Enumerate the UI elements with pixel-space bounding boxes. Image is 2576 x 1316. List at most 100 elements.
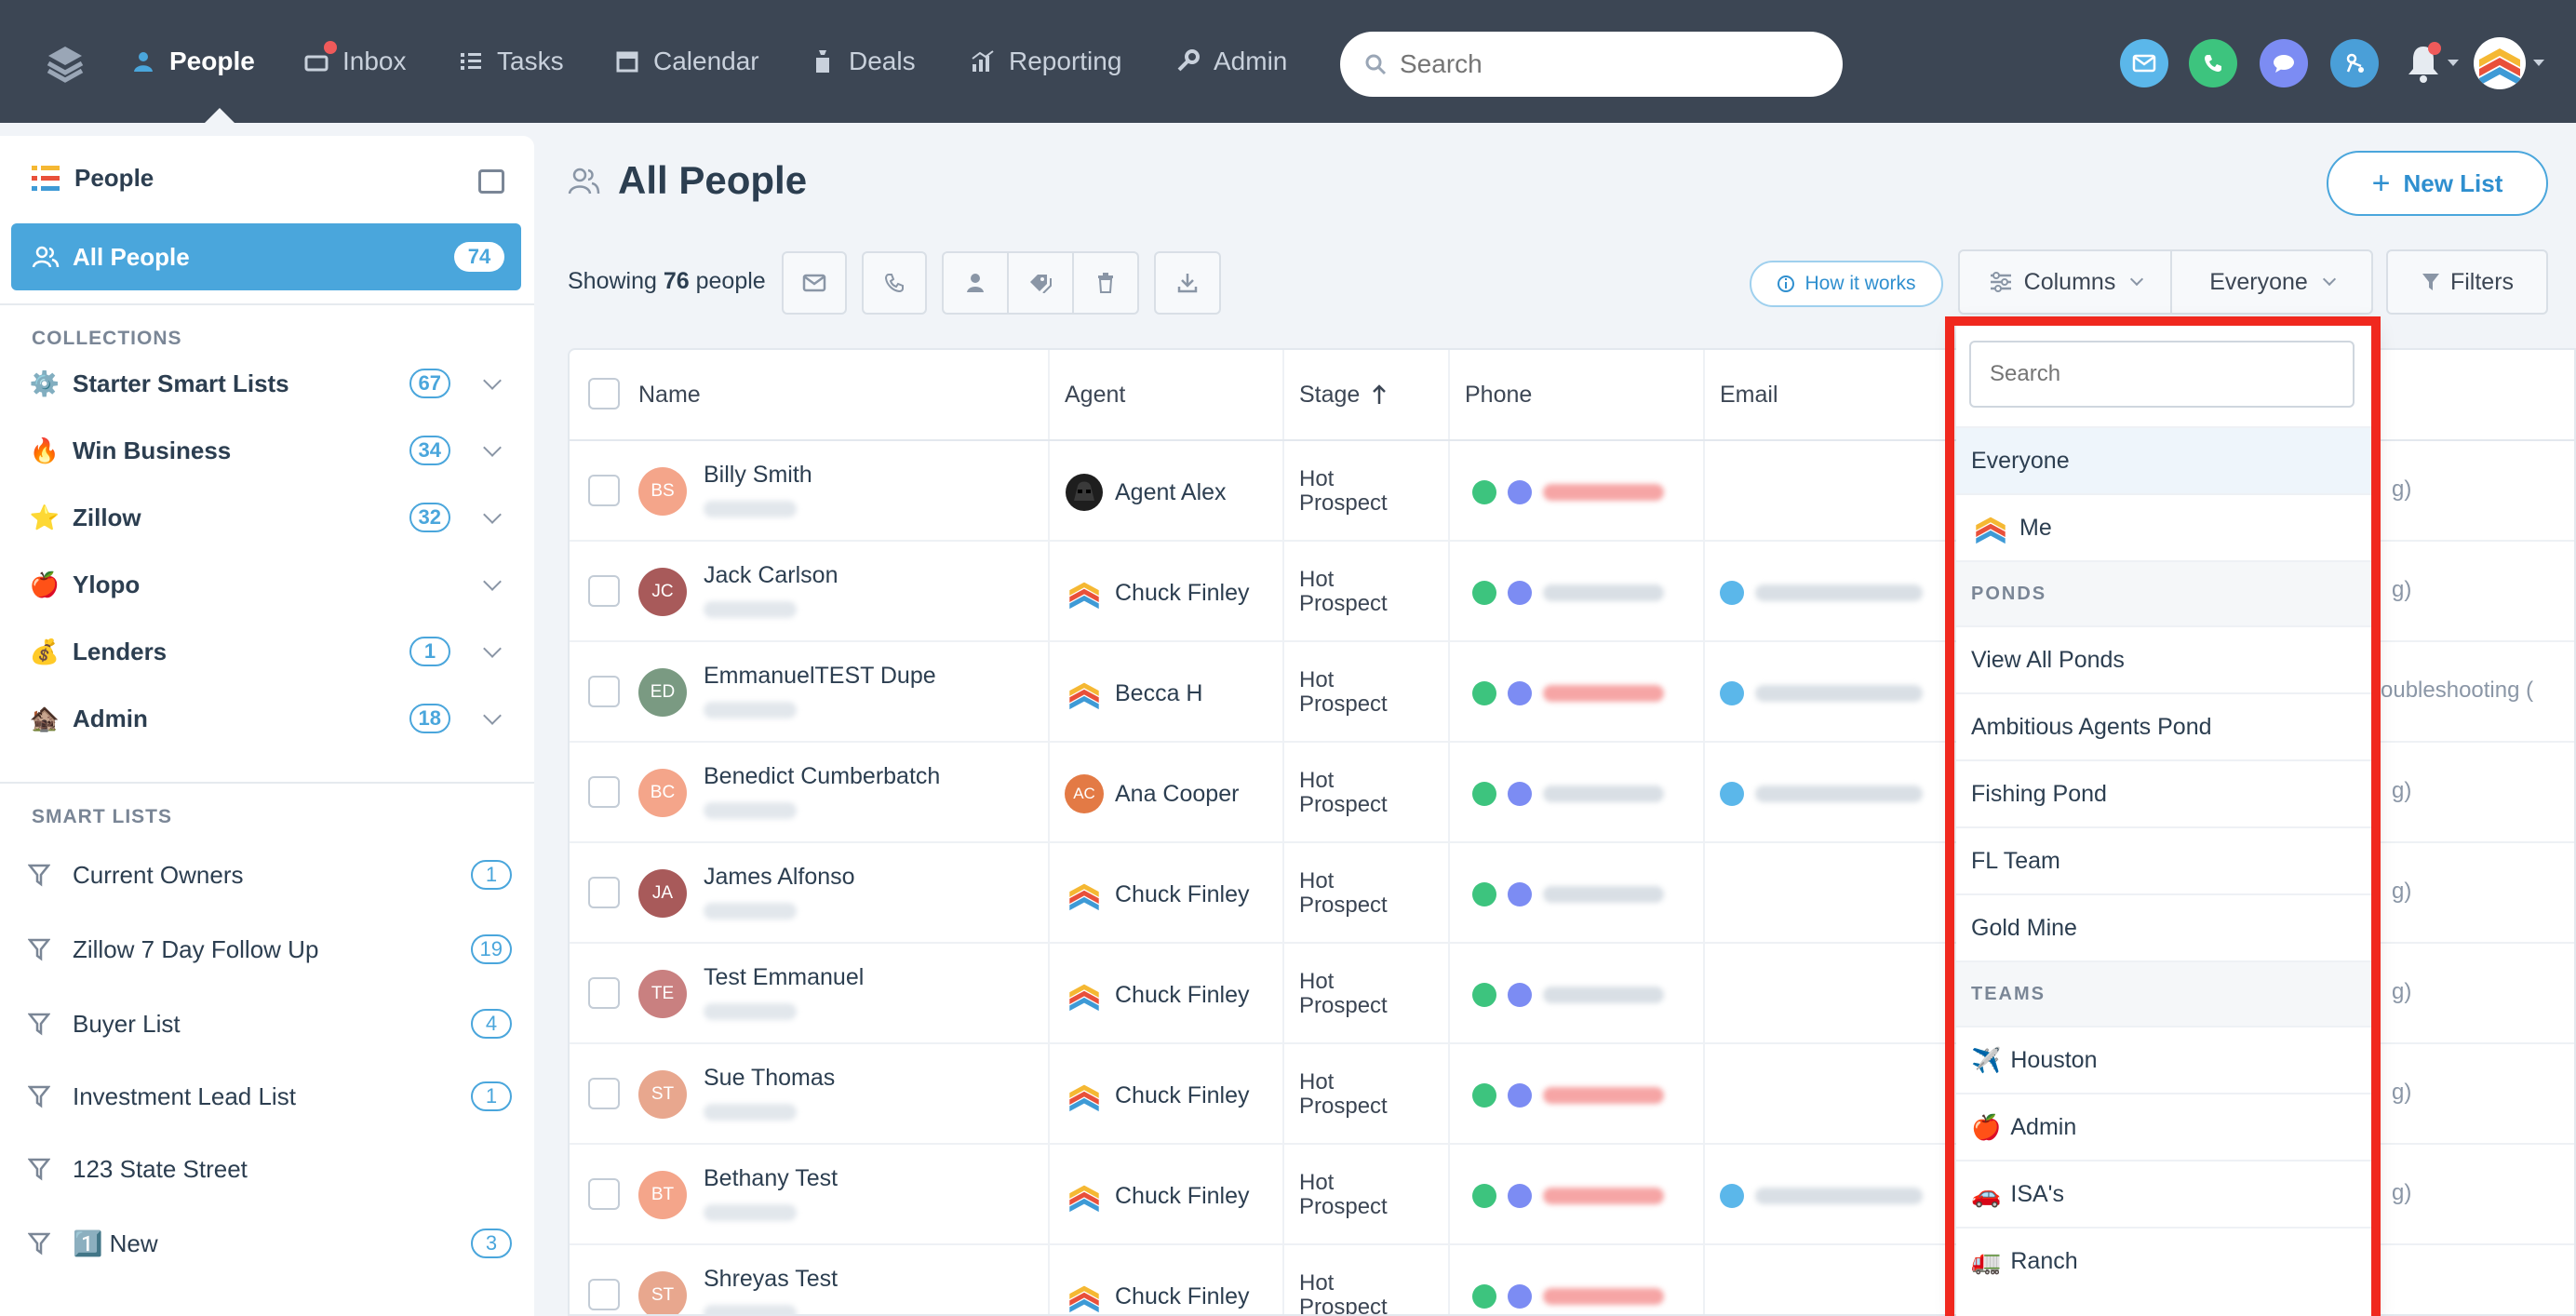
nav-inbox[interactable]: Inbox	[303, 0, 407, 123]
smart-list-buyer-list[interactable]: Buyer List 4	[28, 996, 512, 1052]
agent-cell[interactable]: Agent Alex	[1065, 473, 1227, 512]
person-name-link[interactable]: Bethany Test	[704, 1165, 838, 1192]
dropdown-item-me[interactable]: Me	[1956, 493, 2373, 560]
dropdown-item-houston[interactable]: ✈️ Houston	[1956, 1026, 2373, 1093]
email-quick-button[interactable]	[2120, 39, 2168, 87]
smart-list-current-owners[interactable]: Current Owners 1	[28, 847, 512, 903]
agent-cell[interactable]: Chuck Finley	[1065, 1076, 1250, 1115]
smart-list-123-state-street[interactable]: 123 State Street	[28, 1141, 512, 1197]
chevron-down-icon[interactable]	[483, 572, 502, 591]
column-header-stage[interactable]: Stage	[1299, 350, 1388, 439]
dropdown-item-everyone[interactable]: Everyone	[1956, 426, 2373, 493]
dropdown-item-ranch[interactable]: 🚛 Ranch	[1956, 1227, 2373, 1294]
row-checkbox[interactable]	[588, 977, 620, 1009]
call-phone-icon[interactable]	[1472, 983, 1496, 1007]
stage-cell[interactable]: Hot Prospect	[1299, 668, 1411, 717]
chevron-down-icon[interactable]	[483, 505, 502, 524]
collection-zillow[interactable]: ⭐ Zillow 32	[28, 490, 512, 545]
row-checkbox[interactable]	[588, 1279, 620, 1310]
email-address-redacted[interactable]	[1755, 786, 1923, 802]
dropdown-item-fl-team[interactable]: FL Team	[1956, 826, 2373, 893]
phone-number-redacted[interactable]	[1543, 886, 1664, 903]
text-message-icon[interactable]	[1508, 681, 1532, 705]
nav-people[interactable]: People	[130, 0, 255, 123]
dropdown-item-isas[interactable]: 🚗 ISA's	[1956, 1160, 2373, 1227]
agent-cell[interactable]: AC Ana Cooper	[1065, 774, 1239, 813]
person-name-link[interactable]: Test Emmanuel	[704, 964, 864, 991]
phone-quick-button[interactable]	[2189, 39, 2237, 87]
agent-cell[interactable]: Chuck Finley	[1065, 573, 1250, 612]
person-name-link[interactable]: EmmanuelTEST Dupe	[704, 663, 936, 690]
export-button[interactable]	[1154, 251, 1221, 315]
column-header-agent[interactable]: Agent	[1065, 350, 1125, 439]
phone-number-redacted[interactable]	[1543, 685, 1664, 702]
agent-cell[interactable]: Chuck Finley	[1065, 1176, 1250, 1215]
nav-reporting[interactable]: Reporting	[970, 0, 1121, 123]
phone-number-redacted[interactable]	[1543, 1188, 1664, 1204]
bulk-email-button[interactable]	[782, 251, 847, 315]
row-checkbox[interactable]	[588, 1178, 620, 1210]
agent-cell[interactable]: Chuck Finley	[1065, 975, 1250, 1014]
app-logo-icon[interactable]	[45, 43, 86, 84]
everyone-filter-button[interactable]: Everyone	[2170, 249, 2373, 315]
collection-ylopo[interactable]: 🍎 Ylopo	[28, 557, 512, 612]
row-checkbox[interactable]	[588, 475, 620, 506]
nav-tasks[interactable]: Tasks	[458, 0, 564, 123]
chevron-down-icon[interactable]	[483, 371, 502, 390]
bulk-call-button[interactable]	[862, 251, 927, 315]
column-header-phone[interactable]: Phone	[1465, 350, 1532, 439]
column-header-email[interactable]: Email	[1720, 350, 1778, 439]
email-icon[interactable]	[1720, 581, 1744, 605]
row-checkbox[interactable]	[588, 676, 620, 707]
call-phone-icon[interactable]	[1472, 681, 1496, 705]
nav-calendar[interactable]: Calendar	[614, 0, 759, 123]
delete-button[interactable]	[1072, 251, 1139, 315]
dropdown-item-view-all-ponds[interactable]: View All Ponds	[1956, 625, 2373, 692]
stage-cell[interactable]: Hot Prospect	[1299, 970, 1411, 1018]
collapse-sidebar-icon[interactable]	[478, 169, 504, 194]
global-search-input[interactable]	[1400, 49, 1809, 79]
call-phone-icon[interactable]	[1472, 1284, 1496, 1309]
stage-cell[interactable]: Hot Prospect	[1299, 769, 1411, 817]
row-checkbox[interactable]	[588, 877, 620, 908]
row-checkbox[interactable]	[588, 1078, 620, 1109]
phone-number-redacted[interactable]	[1543, 786, 1664, 802]
smart-list-zillow-7-day[interactable]: Zillow 7 Day Follow Up 19	[28, 921, 512, 977]
notifications-dropdown-caret[interactable]	[2448, 60, 2459, 66]
call-phone-icon[interactable]	[1472, 581, 1496, 605]
stage-cell[interactable]: Hot Prospect	[1299, 1271, 1411, 1315]
person-name-link[interactable]: Shreyas Test	[704, 1266, 838, 1293]
dropdown-search-input[interactable]	[1969, 341, 2355, 408]
person-name-link[interactable]: Sue Thomas	[704, 1065, 835, 1092]
collection-starter-smart-lists[interactable]: ⚙️ Starter Smart Lists 67	[28, 356, 512, 411]
row-checkbox[interactable]	[588, 575, 620, 607]
call-phone-icon[interactable]	[1472, 1083, 1496, 1108]
call-phone-icon[interactable]	[1472, 882, 1496, 906]
dropdown-item-fishing-pond[interactable]: Fishing Pond	[1956, 759, 2373, 826]
dropdown-item-ambitious-agents-pond[interactable]: Ambitious Agents Pond	[1956, 692, 2373, 759]
row-checkbox[interactable]	[588, 776, 620, 808]
stage-cell[interactable]: Hot Prospect	[1299, 568, 1411, 616]
person-name-link[interactable]: Benedict Cumberbatch	[704, 763, 940, 790]
global-search[interactable]	[1340, 32, 1843, 97]
dropdown-item-gold-mine[interactable]: Gold Mine	[1956, 893, 2373, 960]
select-all-checkbox[interactable]	[588, 378, 620, 410]
email-address-redacted[interactable]	[1755, 584, 1923, 601]
new-list-button[interactable]: + New List	[2327, 151, 2548, 216]
smart-list-new[interactable]: 1️⃣ New 3	[28, 1215, 512, 1271]
tag-button[interactable]	[1007, 251, 1074, 315]
call-phone-icon[interactable]	[1472, 782, 1496, 806]
email-icon[interactable]	[1720, 782, 1744, 806]
chat-quick-button[interactable]	[2260, 39, 2308, 87]
email-icon[interactable]	[1720, 681, 1744, 705]
stage-cell[interactable]: Hot Prospect	[1299, 869, 1411, 918]
text-message-icon[interactable]	[1508, 983, 1532, 1007]
nav-admin[interactable]: Admin	[1174, 0, 1287, 123]
notifications-bell-icon[interactable]	[2403, 41, 2444, 86]
collection-admin[interactable]: 🏚️ Admin 18	[28, 691, 512, 746]
text-message-icon[interactable]	[1508, 581, 1532, 605]
collection-lenders[interactable]: 💰 Lenders 1	[28, 624, 512, 679]
person-name-link[interactable]: Billy Smith	[704, 462, 812, 489]
column-header-name[interactable]: Name	[638, 350, 701, 439]
text-message-icon[interactable]	[1508, 882, 1532, 906]
